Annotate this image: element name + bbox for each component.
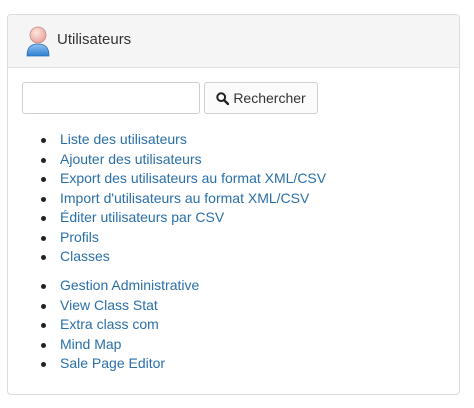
link-profils[interactable]: Profils [60, 229, 99, 245]
list-item: Classes [41, 247, 326, 267]
link-editer-utilisateurs-csv[interactable]: Éditer utilisateurs par CSV [60, 209, 224, 225]
link-liste-utilisateurs[interactable]: Liste des utilisateurs [60, 131, 187, 147]
user-icon [24, 25, 52, 57]
panel-title: Utilisateurs [57, 31, 132, 48]
list-item: Liste des utilisateurs [41, 130, 326, 150]
search-button-label: Rechercher [233, 90, 306, 106]
magnifier-icon [216, 91, 230, 105]
link-extra-class-com[interactable]: Extra class com [60, 316, 159, 332]
list-item: View Class Stat [41, 296, 199, 316]
list-item: Profils [41, 228, 326, 248]
link-import-utilisateurs[interactable]: Import d'utilisateurs au format XML/CSV [60, 190, 309, 206]
list-item: Extra class com [41, 315, 199, 335]
link-view-class-stat[interactable]: View Class Stat [60, 297, 158, 313]
search-button[interactable]: Rechercher [204, 82, 318, 114]
link-gestion-administrative[interactable]: Gestion Administrative [60, 277, 199, 293]
list-item: Gestion Administrative [41, 276, 199, 296]
link-ajouter-utilisateurs[interactable]: Ajouter des utilisateurs [60, 151, 202, 167]
link-classes[interactable]: Classes [60, 248, 110, 264]
admin-links-list: Gestion Administrative View Class Stat E… [41, 276, 199, 374]
panel-header: Utilisateurs [8, 15, 459, 68]
link-sale-page-editor[interactable]: Sale Page Editor [60, 355, 165, 371]
link-export-utilisateurs[interactable]: Export des utilisateurs au format XML/CS… [60, 170, 326, 186]
list-item: Export des utilisateurs au format XML/CS… [41, 169, 326, 189]
list-item: Mind Map [41, 335, 199, 355]
search-input[interactable] [22, 82, 200, 114]
user-links-list: Liste des utilisateurs Ajouter des utili… [41, 130, 326, 267]
list-item: Ajouter des utilisateurs [41, 150, 326, 170]
link-mind-map[interactable]: Mind Map [60, 336, 121, 352]
list-item: Éditer utilisateurs par CSV [41, 208, 326, 228]
users-panel: Utilisateurs Rechercher Liste des utilis… [7, 14, 460, 395]
list-item: Sale Page Editor [41, 354, 199, 374]
list-item: Import d'utilisateurs au format XML/CSV [41, 189, 326, 209]
